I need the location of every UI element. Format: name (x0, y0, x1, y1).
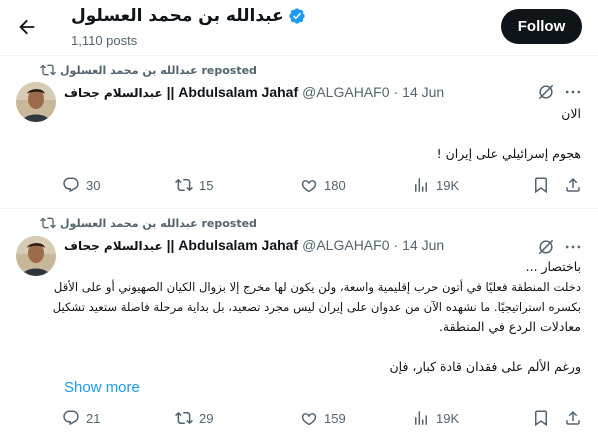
separator-dot: · (393, 84, 399, 100)
more-options-icon[interactable] (563, 237, 583, 257)
more-options-icon[interactable] (563, 82, 583, 102)
repost-icon (40, 217, 56, 229)
repost-icon (175, 178, 193, 192)
repost-count: 29 (199, 410, 214, 426)
tweet-date[interactable]: 14 Jun (402, 237, 444, 253)
profile-name: عبدالله بن محمد العسلول (71, 6, 284, 26)
tweet-text-line: هجوم إسرائيلي على إيران ! (436, 146, 581, 161)
tweet-text-line: باختصار ... (525, 259, 581, 274)
views-button[interactable]: 19K (412, 409, 459, 427)
tweet-actions: 30 15 180 19K (62, 176, 588, 198)
tweet-actions: 21 29 159 19K (62, 409, 588, 431)
bookmark-button[interactable] (532, 409, 550, 427)
like-button[interactable]: 159 (300, 409, 346, 427)
tweet[interactable]: عبدالله بن محمد العسلول reposted عبدالسل… (0, 209, 598, 443)
tweet-author[interactable]: عبدالسلام جحاف || Abdulsalam Jahaf @ALGA… (64, 84, 444, 100)
avatar[interactable] (16, 236, 56, 276)
tweet-text-line: الان (561, 106, 581, 121)
repost-indicator: عبدالله بن محمد العسلول reposted (40, 62, 257, 78)
tweet-date[interactable]: 14 Jun (402, 84, 444, 100)
reply-button[interactable]: 30 (62, 176, 100, 194)
heart-icon (301, 413, 317, 426)
analytics-icon (415, 178, 427, 192)
share-button[interactable] (564, 409, 582, 427)
profile-header: عبدالله بن محمد العسلول 1,110 posts Foll… (0, 0, 598, 55)
repost-icon (175, 411, 193, 425)
like-button[interactable]: 180 (300, 176, 346, 194)
like-count: 180 (324, 177, 346, 193)
back-button[interactable] (14, 14, 40, 40)
bookmark-button[interactable] (532, 176, 550, 194)
repost-count: 15 (199, 177, 214, 193)
avatar[interactable] (16, 82, 56, 122)
reply-count: 21 (86, 410, 101, 426)
repost-button[interactable]: 29 (175, 409, 213, 427)
analytics-icon (415, 411, 427, 425)
author-name[interactable]: عبدالسلام جحاف || Abdulsalam Jahaf (64, 237, 298, 253)
heart-icon (301, 180, 317, 193)
arrow-left-icon (19, 19, 35, 35)
author-name[interactable]: عبدالسلام جحاف || Abdulsalam Jahaf (64, 84, 298, 100)
tweet-text-line: معادلات الردع في المنطقة. (438, 319, 581, 334)
follow-button[interactable]: Follow (501, 9, 582, 44)
share-icon (566, 177, 580, 192)
bookmark-icon (535, 177, 547, 194)
repost-label: عبدالله بن محمد العسلول reposted (60, 63, 257, 77)
repost-indicator: عبدالله بن محمد العسلول reposted (40, 215, 257, 231)
repost-label: عبدالله بن محمد العسلول reposted (60, 216, 257, 230)
like-count: 159 (324, 410, 346, 426)
reply-button[interactable]: 21 (62, 409, 100, 427)
repost-button[interactable]: 15 (175, 176, 213, 194)
tweet-text-line: ورغم الألم على فقدان قادة كبار، فإن (389, 359, 582, 374)
reply-icon (63, 410, 79, 426)
post-count: 1,110 posts (71, 33, 138, 48)
show-more-link[interactable]: Show more (64, 379, 140, 396)
profile-title: عبدالله بن محمد العسلول (71, 6, 306, 26)
views-button[interactable]: 19K (412, 176, 459, 194)
tweet-text-line: دخلت المنطقة فعليًا في أتون حرب إقليمية … (53, 280, 581, 294)
repost-icon (40, 64, 56, 76)
reply-icon (63, 177, 79, 193)
grok-icon[interactable] (536, 82, 556, 102)
share-icon (566, 410, 580, 425)
tweet-text-line: بكسره استراتيجيًا. ما نشهده الآن من عدوا… (52, 300, 581, 314)
tweet-author[interactable]: عبدالسلام جحاف || Abdulsalam Jahaf @ALGA… (64, 237, 444, 253)
view-count: 19K (436, 177, 460, 193)
verified-badge-icon (289, 8, 305, 24)
view-count: 19K (436, 410, 460, 426)
bookmark-icon (535, 410, 547, 427)
author-handle[interactable]: @ALGAHAF0 (302, 237, 389, 253)
grok-icon[interactable] (536, 237, 556, 257)
author-handle[interactable]: @ALGAHAF0 (302, 84, 389, 100)
reply-count: 30 (86, 177, 101, 193)
tweet[interactable]: عبدالله بن محمد العسلول reposted عبدالسل… (0, 56, 598, 208)
separator-dot: · (393, 237, 399, 253)
share-button[interactable] (564, 176, 582, 194)
